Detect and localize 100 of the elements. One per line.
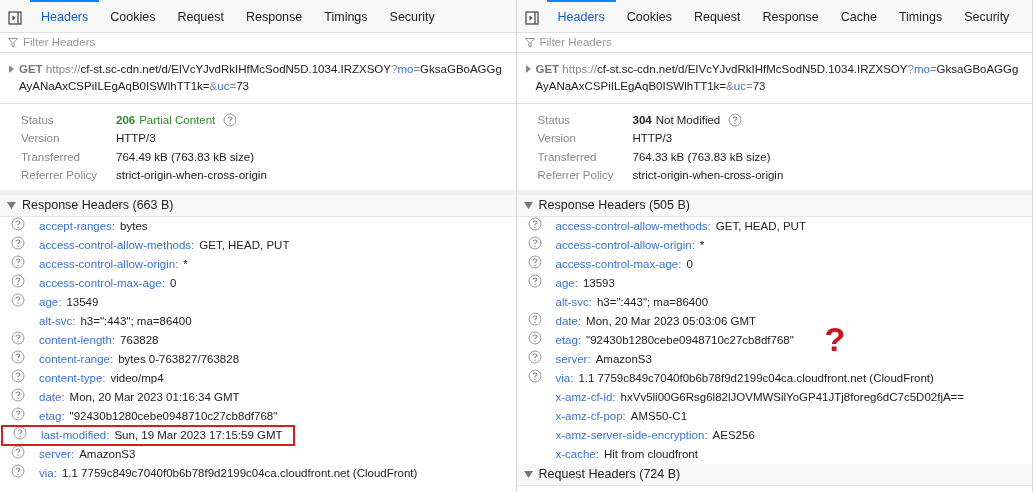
help-icon[interactable] [11, 216, 25, 231]
sidebar-toggle-icon[interactable] [8, 9, 22, 23]
filter-icon [524, 37, 535, 48]
sidebar-toggle-icon[interactable] [524, 9, 539, 23]
help-icon[interactable] [11, 406, 25, 421]
tab[interactable]: Cookies [99, 0, 167, 32]
field-label: Transferred [21, 149, 81, 165]
help-icon[interactable] [11, 387, 25, 402]
field-label: Version [21, 131, 61, 147]
tab[interactable]: Headers [546, 0, 616, 32]
help-icon[interactable] [13, 425, 27, 440]
field-label: Status [21, 112, 55, 128]
help-icon[interactable] [11, 254, 25, 269]
header-value: 13593 [582, 275, 615, 291]
tab[interactable]: Timings [887, 0, 954, 32]
tab[interactable]: Cache [829, 0, 888, 32]
help-icon[interactable] [527, 216, 542, 231]
header-name: content-length: [39, 332, 116, 348]
status-value: 206 Partial Content [116, 112, 216, 128]
tab[interactable]: Timings [313, 0, 379, 32]
field-label: Referrer Policy [537, 168, 615, 184]
header-name: access-control-max-age: [555, 256, 682, 272]
field-value: strict-origin-when-cross-origin [632, 168, 784, 184]
help-icon[interactable] [223, 113, 238, 128]
header-name: via: [555, 370, 574, 386]
collapse-triangle-icon[interactable] [523, 471, 533, 478]
header-value: 0 [169, 275, 177, 291]
request-url: GET https://cf-st.sc-cdn.net/d/EIVcYJvdRkIHfMcSodN5D.1034.IRZXSOY?mo=GksaGBoAGGgAyANaAxCSPiILEgAqB0ISWlhTT1k=&uc=73 [19, 62, 503, 94]
header-value: AmazonS3 [79, 446, 136, 462]
header-name: etag: [555, 332, 582, 348]
header-name: access-control-allow-origin: [39, 256, 179, 272]
header-value: 0 [686, 256, 693, 272]
field-label: Transferred [537, 149, 598, 165]
status-value: 304 Not Modified [632, 112, 721, 128]
field-value: strict-origin-when-cross-origin [116, 168, 267, 184]
header-name: server: [555, 351, 591, 367]
help-icon[interactable] [527, 330, 542, 345]
header-value: * [699, 237, 705, 253]
header-name: server: [39, 446, 75, 462]
header-name: age: [39, 294, 62, 310]
tab[interactable]: Security [378, 0, 446, 32]
request-url: GET https://cf-st.sc-cdn.net/d/EIVcYJvdRkIHfMcSodN5D.1034.IRZXSOY?mo=GksaGBoAGGgAyANaAxCSPiILEgAqB0ISWlhTT1k=&uc=73 [535, 62, 1020, 94]
header-value: 13549 [66, 294, 99, 310]
help-icon[interactable] [527, 368, 542, 383]
filter-field[interactable]: Filter Headers [537, 32, 1032, 53]
tab[interactable]: Security [953, 0, 1021, 32]
header-value: * [183, 256, 188, 272]
header-value: AMS50-C1 [630, 408, 688, 424]
help-icon[interactable] [11, 349, 25, 364]
tab[interactable]: Response [235, 0, 314, 32]
field-label: Version [537, 131, 577, 147]
tab[interactable]: Request [166, 0, 235, 32]
header-name: alt-svc: [555, 294, 592, 310]
header-value: 1.1 7759c849c7040f0b6b78f9d2199c04ca.cloudfront.net (CloudFront) [61, 465, 418, 481]
header-value: "92430b1280cebe0948710c27cb8df768" [69, 408, 278, 424]
header-value: hxVv5li00G6Rsg6l82lJOVMWSilYoGP41JTj8foreg6dC7c5D02fjA== [620, 389, 965, 405]
help-icon[interactable] [11, 330, 25, 345]
help-icon[interactable] [527, 254, 542, 269]
help-icon[interactable] [11, 368, 25, 383]
header-name: x-amz-cf-pop: [555, 408, 626, 424]
header-value: Mon, 20 Mar 2023 01:16:34 GMT [69, 389, 240, 405]
help-icon[interactable] [11, 444, 25, 459]
annotation-mark: ? [824, 322, 846, 356]
tab[interactable]: Request [682, 0, 752, 32]
help-icon[interactable] [527, 349, 542, 364]
filter-icon [8, 37, 18, 48]
header-name: content-range: [39, 351, 114, 367]
header-name: age: [555, 275, 578, 291]
header-name: date: [39, 389, 65, 405]
help-icon[interactable] [728, 113, 743, 128]
header-name: alt-svc: [39, 313, 76, 329]
header-name: x-amz-cf-id: [555, 389, 616, 405]
help-icon[interactable] [11, 292, 25, 307]
header-name: etag: [39, 408, 65, 424]
header-name: date: [555, 313, 582, 329]
help-icon[interactable] [527, 311, 542, 326]
field-label: Status [537, 112, 572, 128]
header-name: access-control-allow-methods: [39, 237, 195, 253]
header-value: "92430b1280cebe0948710c27cb8df768" [586, 332, 794, 348]
header-value: 763828 [120, 332, 159, 348]
header-name: last-modified: [41, 427, 110, 443]
header-name: x-amz-server-side-encryption: [555, 427, 708, 443]
collapse-triangle-icon[interactable] [7, 202, 16, 209]
field-value: HTTP/3 [632, 131, 673, 147]
filter-field[interactable]: Filter Headers [21, 32, 516, 53]
header-value: Sun, 19 Mar 2023 17:15:59 GMT [114, 427, 283, 443]
help-icon[interactable] [11, 463, 25, 478]
help-icon[interactable] [527, 273, 542, 288]
help-icon[interactable] [11, 235, 25, 250]
collapse-triangle-icon[interactable] [523, 202, 533, 209]
header-value: video/mp4 [110, 370, 164, 386]
tab[interactable]: Cookies [615, 0, 683, 32]
header-name: accept-ranges: [39, 218, 116, 234]
field-label: Referrer Policy [21, 168, 99, 184]
tab[interactable]: Headers [30, 0, 100, 32]
help-icon[interactable] [527, 235, 542, 250]
header-name: via: [39, 465, 57, 481]
tab[interactable]: Response [751, 0, 830, 32]
help-icon[interactable] [11, 273, 25, 288]
header-value: bytes [120, 218, 148, 234]
